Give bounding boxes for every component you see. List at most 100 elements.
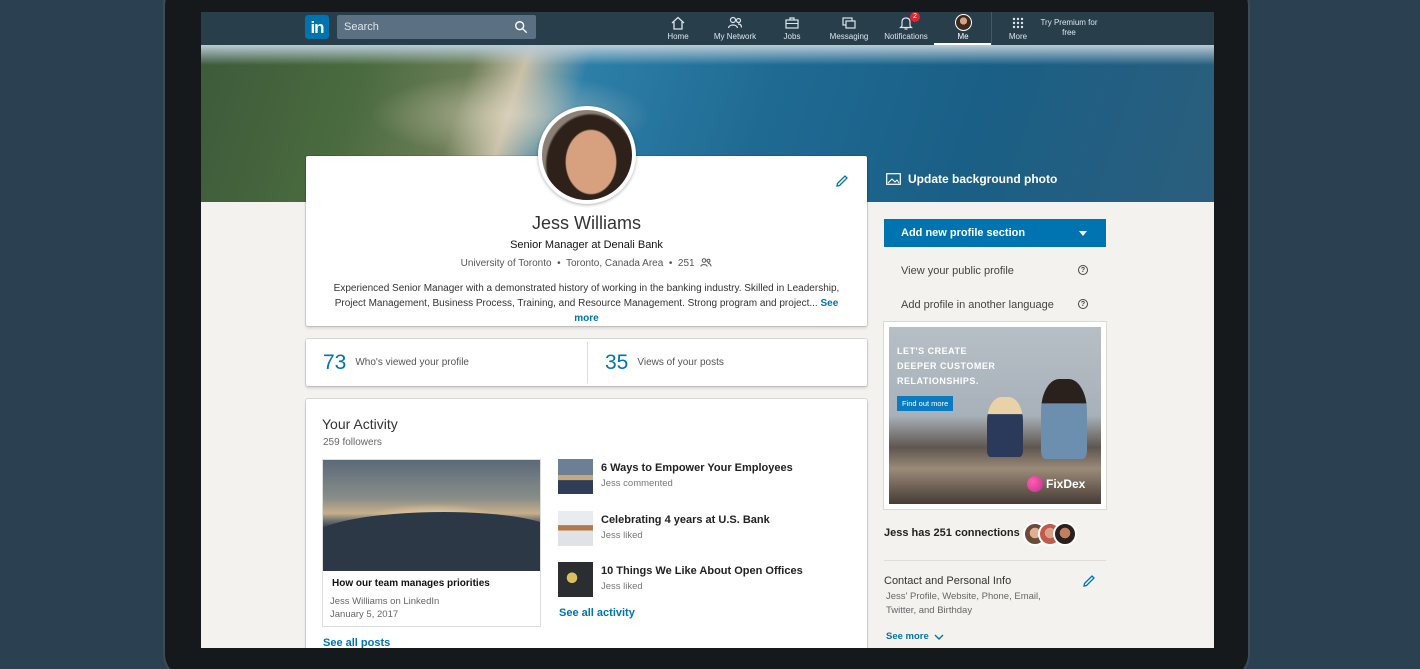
ad-headline: LET'S CREATE DEEPER CUSTOMER RELATIONSHI… <box>897 344 995 389</box>
nav-jobs-label: Jobs <box>783 32 801 41</box>
update-background-photo-button[interactable]: Update background photo <box>886 172 1057 186</box>
activity-item[interactable]: 10 Things We Like About Open Offices Jes… <box>558 562 848 598</box>
activity-item-action: Jess commented <box>601 478 673 489</box>
nav-my-network-label: My Network <box>713 32 757 41</box>
edit-contact-pencil-icon[interactable] <box>1082 574 1096 588</box>
profile-card: Jess Williams Senior Manager at Denali B… <box>306 106 867 326</box>
contact-info-title: Contact and Personal Info <box>884 575 1012 587</box>
stats-divider <box>587 342 588 383</box>
activity-thumbnail <box>558 511 593 546</box>
add-profile-section-label: Add new profile section <box>901 227 1026 239</box>
activity-item-action: Jess liked <box>601 581 643 592</box>
nav-me-label: Me <box>957 32 969 41</box>
connections-summary[interactable]: Jess has 251 connections <box>884 527 1020 539</box>
fixdex-logo: FixDex <box>1027 476 1085 492</box>
profile-location: Toronto, Canada Area <box>566 258 664 269</box>
activity-item-title: 6 Ways to Empower Your Employees <box>601 462 793 474</box>
add-profile-section-button[interactable]: Add new profile section <box>884 219 1106 247</box>
profile-summary: Experienced Senior Manager with a demons… <box>322 281 851 326</box>
profile-views-stat[interactable]: 73 Who's viewed your profile <box>323 339 469 386</box>
try-premium-link[interactable]: Try Premium for free <box>1039 18 1099 38</box>
profile-photo[interactable] <box>538 106 636 204</box>
profile-connection-count[interactable]: 251 <box>678 258 695 269</box>
contact-see-more-link[interactable]: See more <box>886 631 944 642</box>
notification-badge: 2 <box>910 12 920 22</box>
activity-item[interactable]: Celebrating 4 years at U.S. Bank Jess li… <box>558 511 848 547</box>
profile-name: Jess Williams <box>531 213 641 233</box>
activity-item-title: Celebrating 4 years at U.S. Bank <box>601 514 770 526</box>
nav-notifications-label: Notifications <box>884 32 928 41</box>
followers-count: 259 followers <box>323 437 382 448</box>
nav-home[interactable]: Home <box>649 12 707 45</box>
connection-avatars[interactable] <box>1023 522 1083 546</box>
activity-thumbnail <box>558 562 593 597</box>
profile-views-label: Who's viewed your profile <box>355 357 469 368</box>
nav-messaging[interactable]: Messaging <box>820 12 878 45</box>
post-views-count: 35 <box>605 350 629 374</box>
profile-meta: University of Toronto • Toronto, Canada … <box>306 258 867 269</box>
update-background-label: Update background photo <box>908 172 1058 186</box>
profile-summary-text: Experienced Senior Manager with a demons… <box>333 283 840 309</box>
chevron-down-icon <box>1079 231 1087 236</box>
see-all-activity-link[interactable]: See all activity <box>559 607 635 619</box>
ad-image: LET'S CREATE DEEPER CUSTOMER RELATIONSHI… <box>889 327 1101 504</box>
help-icon[interactable]: ? <box>1078 299 1088 309</box>
edit-profile-pencil-icon[interactable] <box>835 174 849 188</box>
top-nav: in Home My Network Jobs Messaging 2 Noti… <box>201 12 1214 45</box>
post-title: How our team manages priorities <box>332 578 490 589</box>
image-icon <box>886 173 901 185</box>
nav-me[interactable]: Me <box>934 12 992 45</box>
fixdex-logo-icon <box>1027 476 1043 492</box>
activity-title: Your Activity <box>322 416 398 432</box>
hero-sky <box>201 45 1214 65</box>
post-views-label: Views of your posts <box>637 357 724 368</box>
post-author: Jess Williams on LinkedIn <box>330 596 440 607</box>
profile-views-count: 73 <box>323 350 347 374</box>
activity-card: Your Activity 259 followers How our team… <box>306 399 867 648</box>
nav-jobs[interactable]: Jobs <box>763 12 821 45</box>
profile-stats-card: 73 Who's viewed your profile 35 Views of… <box>306 339 867 386</box>
activity-item-title: 10 Things We Like About Open Offices <box>601 565 803 577</box>
activity-thumbnail <box>558 459 593 494</box>
linkedin-logo-icon[interactable]: in <box>305 15 329 39</box>
see-all-posts-link[interactable]: See all posts <box>323 637 390 648</box>
activity-item[interactable]: 6 Ways to Empower Your Employees Jess co… <box>558 459 848 495</box>
profile-headline: Senior Manager at Denali Bank <box>510 239 663 251</box>
nav-my-network[interactable]: My Network <box>706 12 764 45</box>
search-icon[interactable] <box>514 20 528 34</box>
avatar <box>1053 522 1077 546</box>
connections-icon <box>700 258 712 267</box>
grid-icon <box>1012 17 1024 29</box>
help-icon[interactable]: ? <box>1078 265 1088 275</box>
ad-find-out-more-button[interactable]: Find out more <box>897 396 954 411</box>
add-language-profile-link[interactable]: Add profile in another language <box>901 299 1054 311</box>
chevron-down-icon <box>934 634 944 640</box>
meta-separator: • <box>554 258 566 269</box>
post-views-stat[interactable]: 35 Views of your posts <box>605 339 724 386</box>
post-date: January 5, 2017 <box>330 609 399 620</box>
advertisement[interactable]: LET'S CREATE DEEPER CUSTOMER RELATIONSHI… <box>884 322 1106 509</box>
nav-messaging-label: Messaging <box>829 32 869 41</box>
nav-home-label: Home <box>667 32 689 41</box>
briefcase-icon <box>785 17 799 29</box>
me-avatar <box>954 14 972 31</box>
network-icon <box>727 16 743 29</box>
rail-divider <box>884 560 1106 561</box>
featured-post[interactable]: How our team manages priorities Jess Wil… <box>322 459 541 627</box>
ad-headline-line: DEEPER CUSTOMER <box>897 361 996 371</box>
post-meta: Jess Williams on LinkedIn January 5, 201… <box>330 595 439 621</box>
ad-person <box>987 397 1023 457</box>
ad-headline-line: RELATIONSHIPS. <box>897 376 979 386</box>
search-input[interactable] <box>337 15 507 39</box>
contact-see-more-label: See more <box>886 631 929 642</box>
fixdex-brand: FixDex <box>1046 477 1086 491</box>
ad-headline-line: LET'S CREATE <box>897 346 967 356</box>
nav-notifications[interactable]: 2 Notifications <box>877 12 935 45</box>
activity-item-action: Jess liked <box>601 530 643 541</box>
view-public-profile-link[interactable]: View your public profile <box>901 265 1014 277</box>
search-box[interactable] <box>337 15 536 39</box>
meta-separator: • <box>666 258 678 269</box>
messaging-icon <box>842 17 856 29</box>
linkedin-profile-screen: in Home My Network Jobs Messaging 2 Noti… <box>201 12 1214 648</box>
profile-school[interactable]: University of Toronto <box>461 258 552 269</box>
